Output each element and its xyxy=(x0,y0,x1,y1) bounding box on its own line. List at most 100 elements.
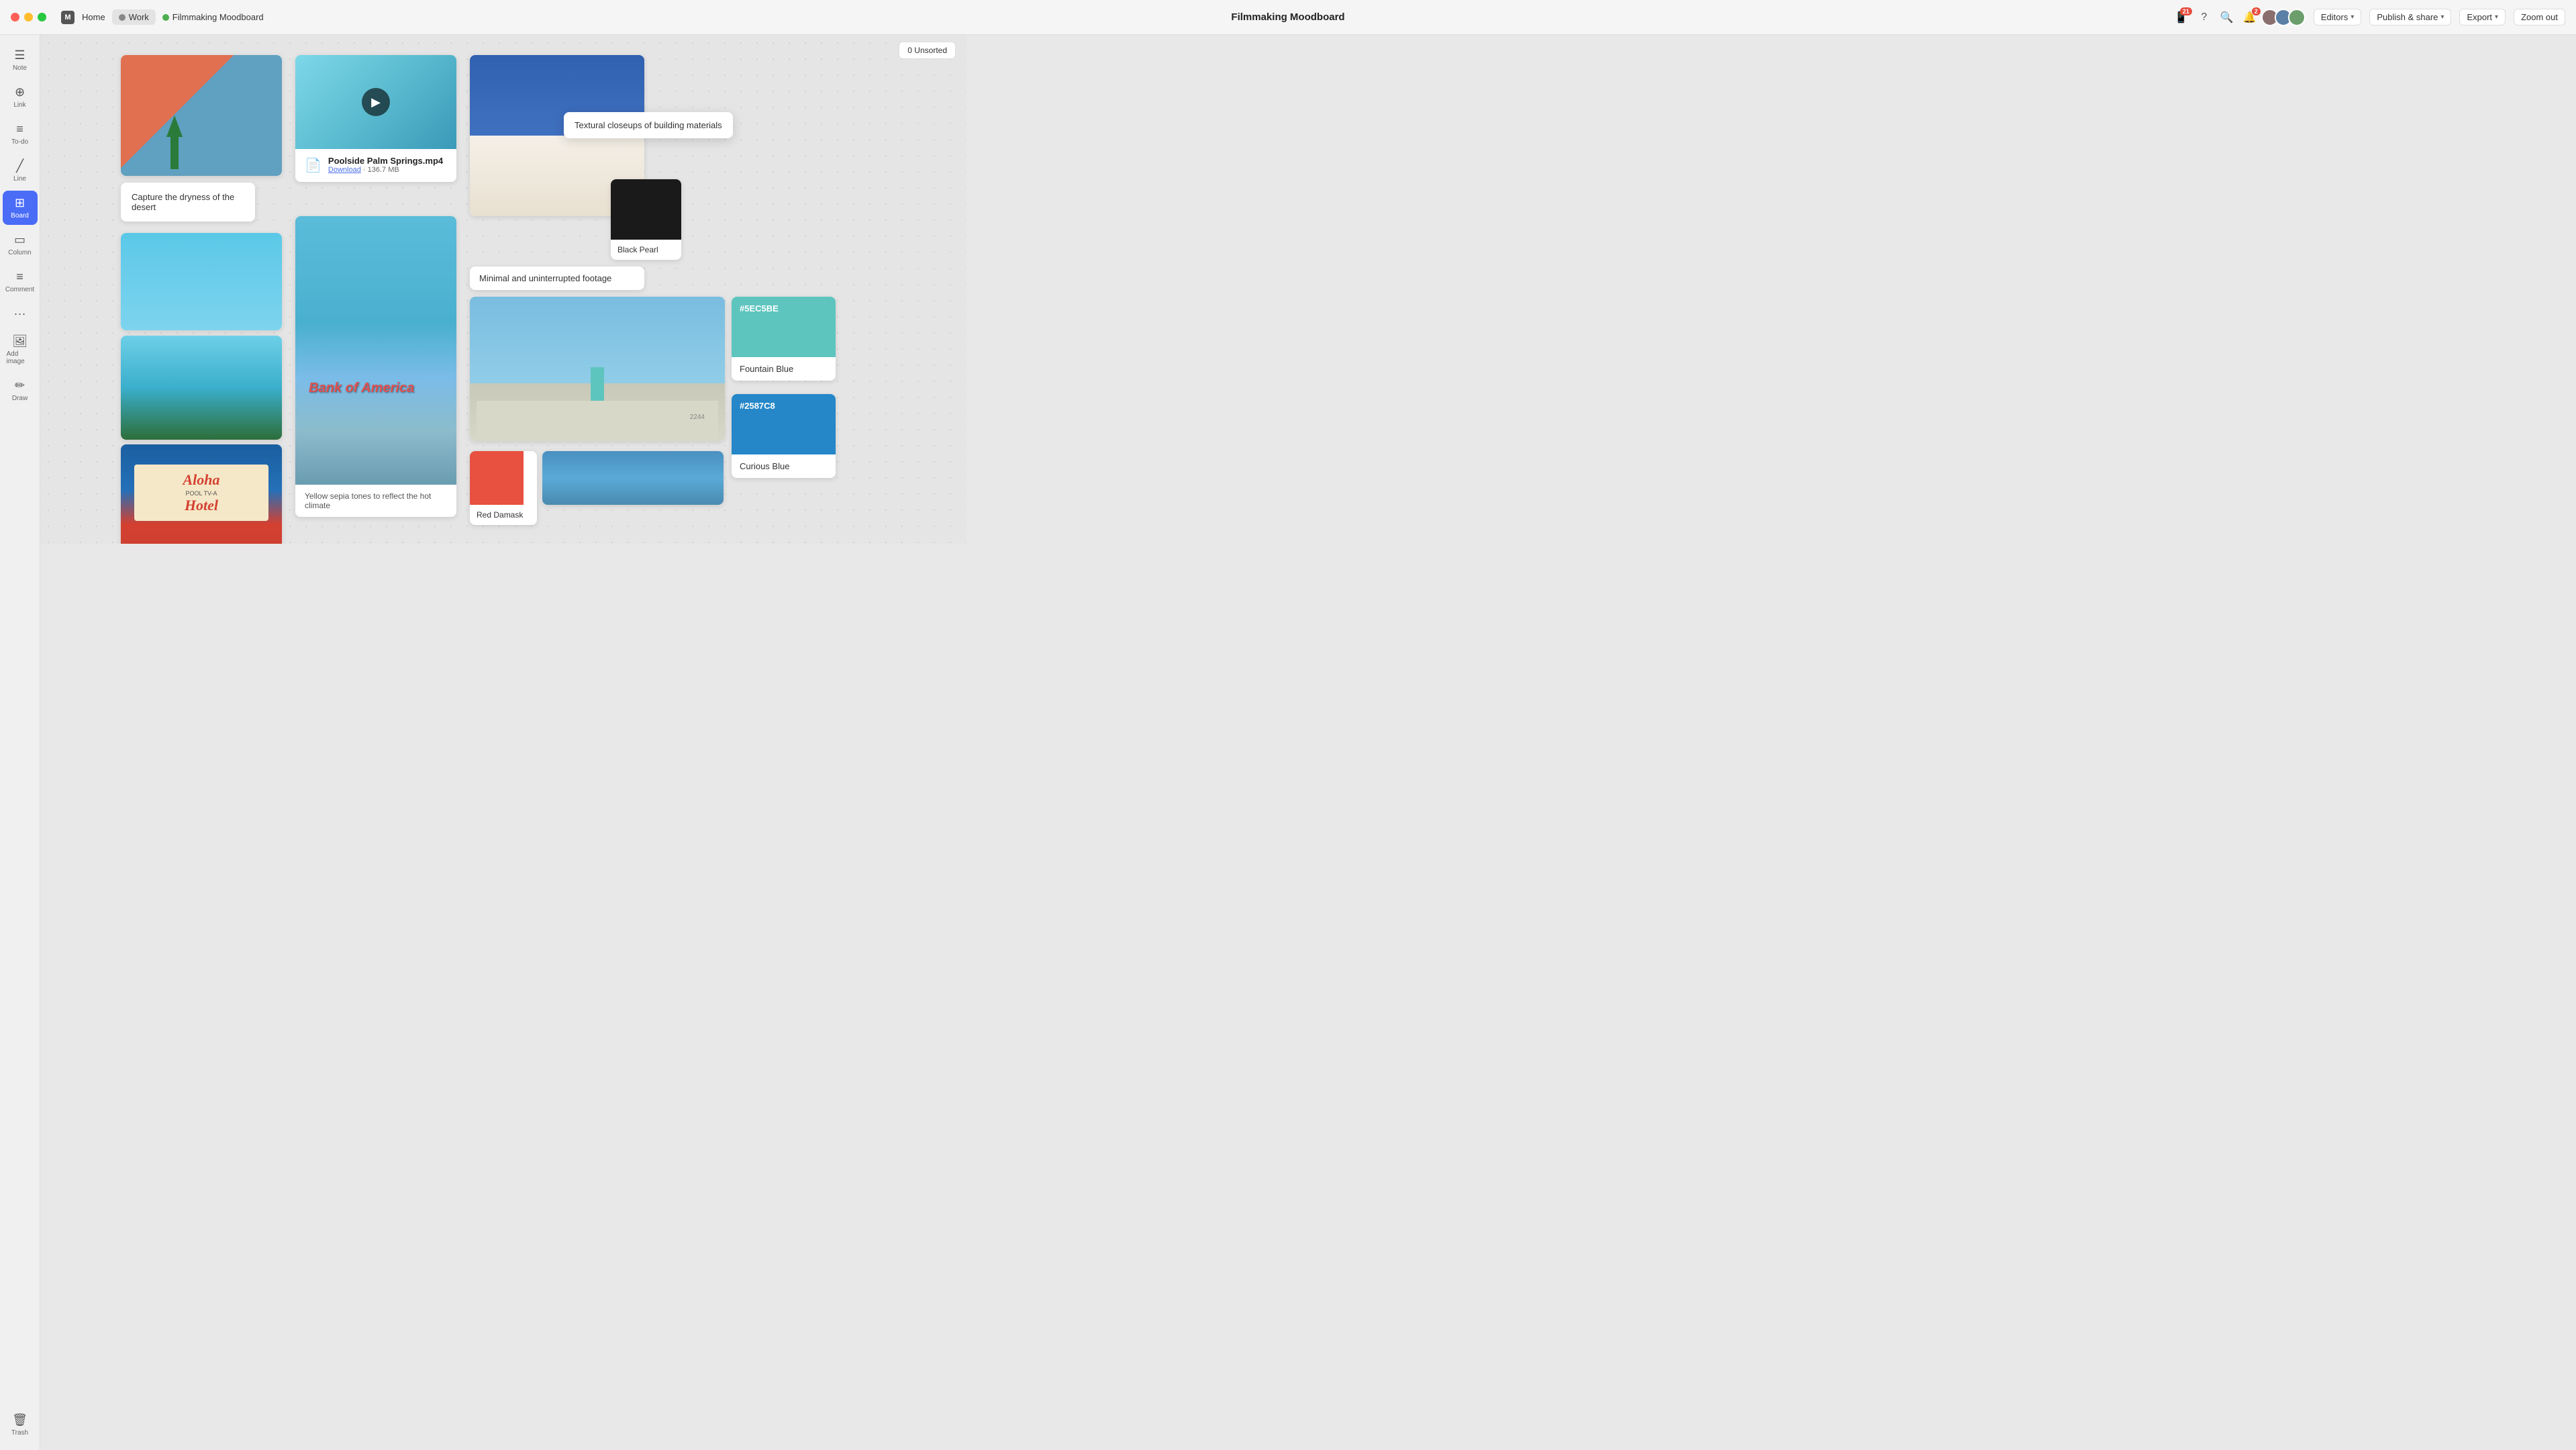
notification-bell[interactable]: 📱 21 xyxy=(2174,10,2189,25)
sidebar-note-label: Note xyxy=(13,64,27,72)
board-icon: ⊞ xyxy=(15,196,25,210)
bell-count: 2 xyxy=(2252,7,2261,15)
palms-sky-card[interactable] xyxy=(121,233,282,330)
publish-label: Publish & share xyxy=(2377,12,2438,22)
video-card[interactable]: ▶ 📄 Poolside Palm Springs.mp4 Download ·… xyxy=(295,55,456,182)
sidebar-item-board[interactable]: ⊞ Board xyxy=(3,191,38,225)
search-icon[interactable]: 🔍 xyxy=(2220,10,2234,25)
sidebar-column-label: Column xyxy=(8,249,31,256)
maximize-button[interactable] xyxy=(38,13,46,21)
sidebar-item-todo[interactable]: ≡ To-do xyxy=(3,117,38,151)
moodboard-tab-dot xyxy=(162,14,169,21)
draw-icon: ✏ xyxy=(15,379,25,393)
app-icon: M xyxy=(61,11,75,24)
page-title: Filmmaking Moodboard xyxy=(1231,11,1344,23)
editors-label: Editors xyxy=(2321,12,2348,22)
publish-chevron: ▾ xyxy=(2440,13,2444,21)
desert-dryness-note[interactable]: Capture the dryness of the desert xyxy=(121,183,255,222)
bank-building-card[interactable]: Bank of America Yellow sepia tones to re… xyxy=(295,216,456,517)
video-info: 📄 Poolside Palm Springs.mp4 Download · 1… xyxy=(295,149,456,182)
play-button[interactable]: ▶ xyxy=(362,88,390,116)
sidebar-item-line[interactable]: ╱ Line xyxy=(3,154,38,188)
note-icon: ☰ xyxy=(14,48,25,62)
video-title: Poolside Palm Springs.mp4 xyxy=(328,156,443,166)
add-image-icon: 🖼 xyxy=(12,334,28,348)
fountain-blue-hex: #5EC5BE xyxy=(740,303,779,313)
minimize-button[interactable] xyxy=(24,13,33,21)
coral-wall-image xyxy=(121,55,282,176)
export-button[interactable]: Export ▾ xyxy=(2459,9,2506,26)
palms-bottom-card[interactable] xyxy=(121,336,282,440)
yellow-sepia-caption: Yellow sepia tones to reflect the hot cl… xyxy=(295,485,456,517)
textural-tooltip: Textural closeups of building materials xyxy=(564,112,733,138)
sidebar-item-link[interactable]: ⊕ Link xyxy=(3,80,38,114)
download-link[interactable]: Download xyxy=(328,166,361,174)
sidebar-comment-label: Comment xyxy=(5,286,34,293)
sidebar-item-more[interactable]: ··· xyxy=(3,301,38,326)
comment-icon: ≡ xyxy=(16,270,23,284)
close-button[interactable] xyxy=(11,13,19,21)
more-icon: ··· xyxy=(14,307,26,321)
work-tab-dot xyxy=(119,14,126,21)
sidebar-item-add-image[interactable]: 🖼 Add image xyxy=(3,329,38,371)
avatars xyxy=(2265,9,2306,26)
sidebar-link-label: Link xyxy=(13,101,26,109)
red-damask-image xyxy=(470,451,524,505)
titlebar: M Home Work Filmmaking Moodboard Filmmak… xyxy=(0,0,2576,35)
export-chevron: ▾ xyxy=(2495,13,2498,21)
red-damask-card[interactable]: Red Damask xyxy=(470,451,537,525)
black-pearl-card[interactable]: Black Pearl xyxy=(611,179,681,260)
red-damask-label: Red Damask xyxy=(477,510,523,520)
column-icon: ▭ xyxy=(14,233,26,247)
export-label: Export xyxy=(2467,12,2492,22)
black-pearl-label: Black Pearl xyxy=(617,245,658,254)
tab-moodboard[interactable]: Filmmaking Moodboard xyxy=(156,9,270,25)
bank-building-image: Bank of America xyxy=(295,216,456,485)
coral-wall-card[interactable] xyxy=(121,55,282,176)
tab-home[interactable]: M Home xyxy=(54,8,112,27)
bell-icon[interactable]: 🔔 2 xyxy=(2242,10,2257,25)
fountain-blue-name: Fountain Blue xyxy=(732,357,836,381)
sidebar-item-comment[interactable]: ≡ Comment xyxy=(3,264,38,299)
palms-blue-card[interactable] xyxy=(542,451,724,505)
zoom-button[interactable]: Zoom out xyxy=(2514,9,2565,26)
desert-dryness-text: Capture the dryness of the desert xyxy=(132,192,234,212)
avatar-3 xyxy=(2288,9,2306,26)
aloha-hotel-card[interactable]: Aloha POOL TV-A Hotel xyxy=(121,444,282,544)
mid-century-card[interactable]: 2244 xyxy=(470,297,725,441)
sidebar-add-image-label: Add image xyxy=(7,350,34,365)
help-icon[interactable]: ? xyxy=(2197,10,2212,25)
minimal-label-card[interactable]: Minimal and uninterrupted footage xyxy=(470,267,644,290)
sidebar: ☰ Note ⊕ Link ≡ To-do ╱ Line ⊞ Board ▭ C… xyxy=(0,35,40,1450)
curious-blue-name: Curious Blue xyxy=(732,454,836,478)
video-download: Download · 136.7 MB xyxy=(328,166,443,174)
sidebar-item-note[interactable]: ☰ Note xyxy=(3,43,38,77)
notification-count: 21 xyxy=(2180,7,2192,15)
sidebar-item-draw[interactable]: ✏ Draw xyxy=(3,373,38,407)
unsorted-button[interactable]: 0 Unsorted xyxy=(899,42,956,59)
yellow-sepia-text: Yellow sepia tones to reflect the hot cl… xyxy=(305,491,431,510)
sidebar-todo-label: To-do xyxy=(11,138,28,146)
curious-blue-card[interactable]: #2587C8 Curious Blue xyxy=(732,394,836,478)
publish-share-button[interactable]: Publish & share ▾ xyxy=(2369,9,2451,26)
curious-blue-hex: #2587C8 xyxy=(740,401,775,411)
video-size-value: 136.7 MB xyxy=(368,166,399,174)
todo-icon: ≡ xyxy=(16,122,23,136)
black-pearl-image xyxy=(611,179,681,240)
sidebar-item-trash[interactable]: 🗑 Trash xyxy=(3,1408,38,1442)
sidebar-item-column[interactable]: ▭ Column xyxy=(3,228,38,262)
tab-home-label: Home xyxy=(82,12,105,22)
titlebar-right: 📱 21 ? 🔍 🔔 2 Editors ▾ Publish & share ▾… xyxy=(2174,9,2565,26)
video-size: · xyxy=(363,166,368,174)
canvas[interactable]: 0 Unsorted Capture the dryness of the de… xyxy=(40,35,967,544)
palms-bottom-image xyxy=(121,336,282,440)
fountain-blue-card[interactable]: #5EC5BE Fountain Blue xyxy=(732,297,836,381)
minimal-text: Minimal and uninterrupted footage xyxy=(479,273,611,283)
aloha-hotel-image: Aloha POOL TV-A Hotel xyxy=(121,444,282,544)
line-icon: ╱ xyxy=(16,159,23,173)
tab-moodboard-label: Filmmaking Moodboard xyxy=(172,12,264,22)
trash-icon: 🗑 xyxy=(12,1413,28,1427)
editors-button[interactable]: Editors ▾ xyxy=(2314,9,2362,26)
palms-blue-image xyxy=(542,451,724,505)
tab-work[interactable]: Work xyxy=(112,9,156,25)
